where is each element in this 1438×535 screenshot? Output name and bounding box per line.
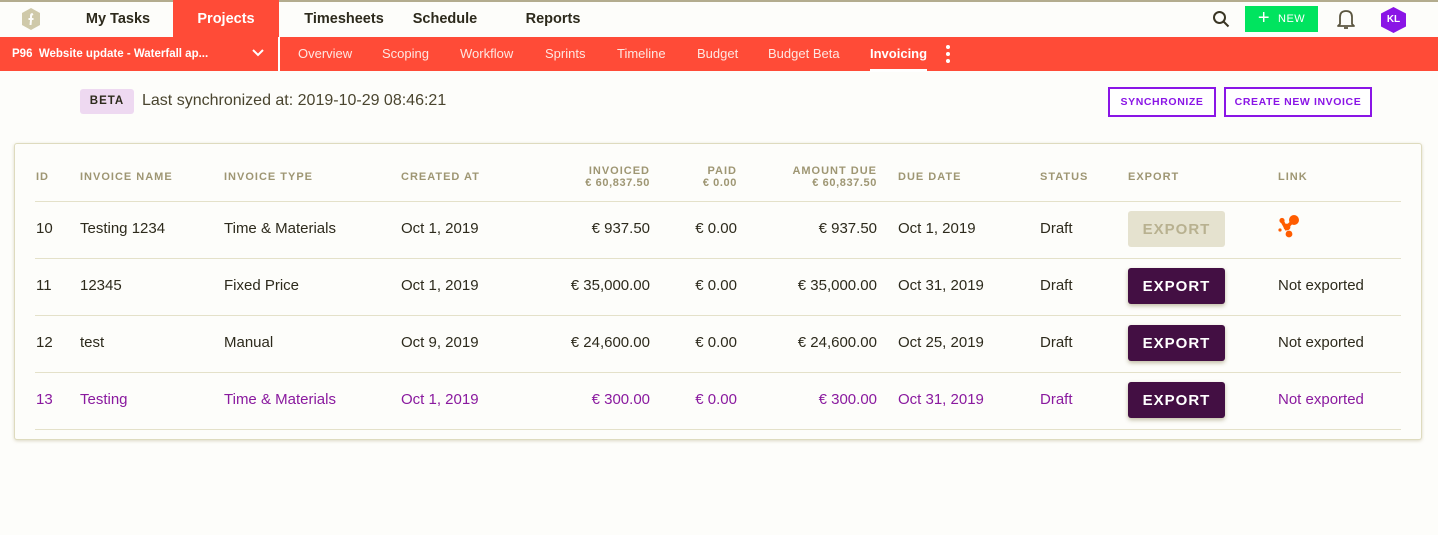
- header-due-date[interactable]: DUE DATE: [898, 171, 961, 183]
- integration-logo-icon[interactable]: [1277, 215, 1303, 241]
- cell-due-date: Oct 31, 2019: [898, 391, 984, 408]
- header-id: ID: [36, 171, 49, 183]
- cell-invoiced: € 300.00: [591, 391, 650, 408]
- header-paid-label: PAID: [707, 165, 737, 177]
- nav-my-tasks[interactable]: My Tasks: [68, 0, 168, 38]
- plus-icon: +: [1257, 7, 1270, 29]
- cell-status: Draft: [1040, 220, 1073, 237]
- search-icon[interactable]: [1212, 10, 1230, 28]
- row-divider: [35, 429, 1401, 430]
- tab-budget-beta[interactable]: Budget Beta: [768, 37, 840, 71]
- export-button[interactable]: EXPORT: [1128, 268, 1225, 304]
- cell-paid: € 0.00: [695, 391, 737, 408]
- header-invoiced-label: INVOICED: [588, 165, 650, 177]
- project-subnav: P96 Website update - Waterfall ap... Ove…: [0, 37, 1438, 72]
- cell-created-at: Oct 1, 2019: [401, 391, 479, 408]
- tab-workflow[interactable]: Workflow: [460, 37, 513, 71]
- synchronize-button[interactable]: SYNCHRONIZE: [1108, 87, 1216, 117]
- cell-due-date: Oct 31, 2019: [898, 277, 984, 294]
- header-invoiced[interactable]: INVOICED € 60,837.50: [550, 165, 650, 189]
- kebab-menu-icon[interactable]: [944, 45, 952, 65]
- invoices-table: ID INVOICE NAME INVOICE TYPE CREATED AT …: [14, 143, 1422, 440]
- hexagon-logo-icon[interactable]: [22, 8, 40, 30]
- cell-link-status: Not exported: [1278, 277, 1364, 294]
- cell-id: 12: [36, 334, 53, 351]
- cell-amount-due: € 24,600.00: [797, 334, 877, 351]
- cell-link-status: Not exported: [1278, 391, 1364, 408]
- header-divider: [35, 201, 1401, 202]
- nav-schedule[interactable]: Schedule: [402, 0, 488, 38]
- export-button[interactable]: EXPORT: [1128, 382, 1225, 418]
- chevron-down-icon: [252, 49, 264, 57]
- cell-status: Draft: [1040, 277, 1073, 294]
- cell-invoice-name[interactable]: test: [80, 334, 104, 352]
- cell-created-at: Oct 1, 2019: [401, 277, 479, 294]
- beta-badge: BETA: [80, 89, 134, 114]
- header-status[interactable]: STATUS: [1040, 171, 1088, 183]
- create-new-invoice-button[interactable]: CREATE NEW INVOICE: [1224, 87, 1372, 117]
- cell-invoice-type: Time & Materials: [224, 220, 336, 237]
- cell-invoice-type: Manual: [224, 334, 274, 351]
- project-name: P96 Website update - Waterfall ap...: [12, 48, 209, 60]
- cell-paid: € 0.00: [695, 334, 737, 351]
- cell-invoiced: € 937.50: [591, 220, 650, 237]
- cell-invoiced: € 24,600.00: [570, 334, 650, 351]
- cell-id: 11: [36, 277, 52, 294]
- cell-due-date: Oct 1, 2019: [898, 220, 976, 237]
- tab-budget[interactable]: Budget: [697, 37, 738, 71]
- export-button[interactable]: EXPORT: [1128, 325, 1225, 361]
- cell-id: 13: [36, 391, 53, 408]
- cell-status: Draft: [1040, 334, 1073, 351]
- header-paid-total: € 0.00: [702, 177, 737, 189]
- header-created-at[interactable]: CREATED AT: [401, 171, 480, 183]
- row-divider: [35, 258, 1401, 259]
- avatar-initials: KL: [1386, 14, 1401, 25]
- tab-timeline[interactable]: Timeline: [617, 37, 666, 71]
- row-divider: [35, 372, 1401, 373]
- cell-invoice-type: Time & Materials: [224, 391, 336, 408]
- cell-id: 10: [36, 220, 53, 237]
- cell-amount-due: € 937.50: [818, 220, 877, 237]
- export-button-disabled: EXPORT: [1128, 211, 1225, 247]
- nav-reports[interactable]: Reports: [512, 0, 594, 38]
- header-amount-due[interactable]: AMOUNT DUE € 60,837.50: [757, 165, 877, 189]
- header-amount-due-total: € 60,837.50: [812, 177, 877, 189]
- new-button-label: NEW: [1278, 13, 1306, 25]
- cell-invoiced: € 35,000.00: [570, 277, 650, 294]
- header-link: LINK: [1278, 171, 1308, 183]
- cell-invoice-name[interactable]: Testing: [80, 391, 128, 409]
- header-export: EXPORT: [1128, 171, 1180, 183]
- cell-due-date: Oct 25, 2019: [898, 334, 984, 351]
- tab-sprints[interactable]: Sprints: [545, 37, 585, 71]
- header-invoiced-total: € 60,837.50: [585, 177, 650, 189]
- cell-invoice-type: Fixed Price: [224, 277, 300, 294]
- cell-amount-due: € 300.00: [818, 391, 877, 408]
- cell-paid: € 0.00: [695, 277, 737, 294]
- avatar[interactable]: KL: [1381, 7, 1406, 33]
- last-synchronized-text: Last synchronized at: 2019-10-29 08:46:2…: [142, 92, 447, 109]
- nav-timesheets[interactable]: Timesheets: [286, 0, 402, 38]
- tab-invoicing[interactable]: Invoicing: [870, 37, 928, 72]
- cell-created-at: Oct 9, 2019: [401, 334, 479, 351]
- cell-created-at: Oct 1, 2019: [401, 220, 479, 237]
- header-amount-due-label: AMOUNT DUE: [792, 165, 877, 177]
- cell-status: Draft: [1040, 391, 1073, 408]
- cell-invoice-name[interactable]: 12345: [80, 277, 122, 295]
- tab-scoping[interactable]: Scoping: [382, 37, 429, 71]
- project-selector[interactable]: P96 Website update - Waterfall ap...: [0, 37, 280, 71]
- tab-overview[interactable]: Overview: [298, 37, 352, 71]
- top-navigation: My Tasks Projects Timesheets Schedule Re…: [0, 0, 1438, 38]
- new-button[interactable]: + NEW: [1245, 6, 1318, 32]
- header-invoice-type[interactable]: INVOICE TYPE: [224, 171, 313, 183]
- cell-link-status: Not exported: [1278, 334, 1364, 351]
- row-divider: [35, 315, 1401, 316]
- header-paid[interactable]: PAID € 0.00: [655, 165, 737, 189]
- header-invoice-name[interactable]: INVOICE NAME: [80, 171, 173, 183]
- bell-icon[interactable]: [1336, 8, 1356, 30]
- cell-paid: € 0.00: [695, 220, 737, 237]
- cell-invoice-name[interactable]: Testing 1234: [80, 220, 165, 238]
- nav-projects[interactable]: Projects: [173, 0, 279, 38]
- cell-amount-due: € 35,000.00: [797, 277, 877, 294]
